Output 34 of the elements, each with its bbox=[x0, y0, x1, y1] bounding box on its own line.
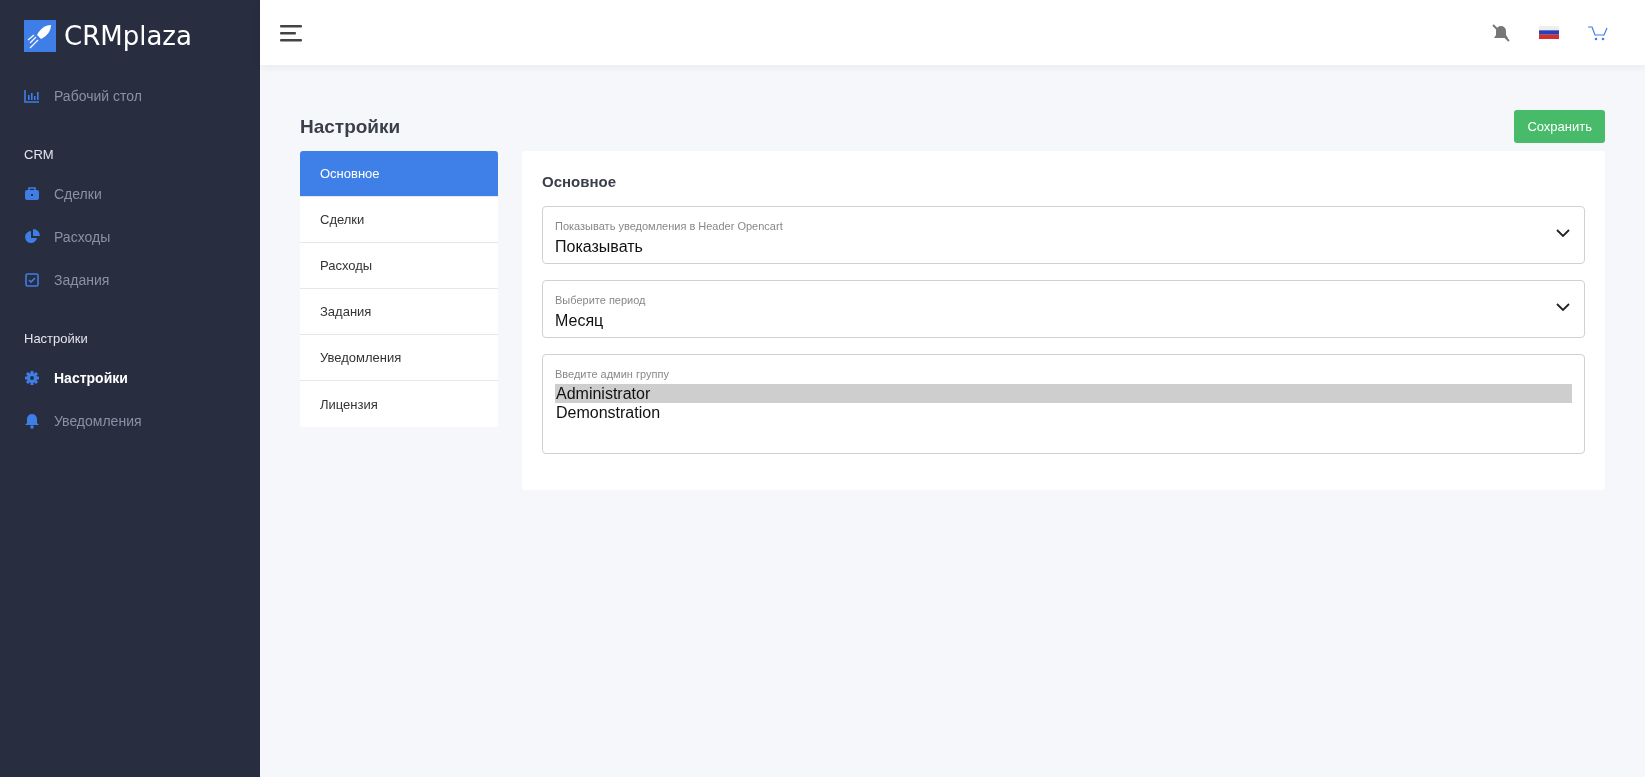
page-title: Настройки bbox=[300, 115, 401, 138]
sidebar-item[interactable]: Уведомления bbox=[24, 399, 142, 442]
cart-icon bbox=[1587, 24, 1609, 41]
field-value: Показывать bbox=[555, 238, 644, 256]
sidebar-item[interactable]: Сделки bbox=[24, 172, 102, 215]
settings-icon bbox=[24, 369, 40, 386]
settings-tab[interactable]: Основное bbox=[300, 151, 498, 197]
listbox-field[interactable]: Введите админ группу Administrator Demonstration bbox=[542, 354, 1585, 454]
chevron-down-icon bbox=[1556, 229, 1570, 238]
rocket-logo-icon bbox=[24, 20, 56, 52]
field-label: Показывать уведомления в Header Opencart bbox=[555, 220, 783, 232]
chart-icon bbox=[24, 87, 40, 104]
pie-chart-icon bbox=[24, 228, 40, 245]
checkbox-icon bbox=[24, 271, 40, 288]
listbox-option[interactable]: Demonstration bbox=[555, 403, 1572, 422]
sidebar-section-title: Настройки bbox=[24, 331, 88, 346]
listbox-option[interactable]: Administrator bbox=[555, 384, 1572, 403]
flag-icon bbox=[1539, 26, 1559, 39]
briefcase-icon bbox=[24, 185, 40, 202]
section-title: Основное bbox=[542, 173, 618, 190]
chevron-down-icon bbox=[1556, 303, 1570, 312]
field-label: Введите админ группу bbox=[555, 368, 669, 380]
field-label: Выберите период bbox=[555, 294, 646, 306]
sidebar-item[interactable]: Настройки bbox=[24, 356, 128, 399]
brand-name: CRMplaza bbox=[64, 21, 192, 51]
bell-icon bbox=[24, 412, 40, 429]
sidebar-item[interactable]: Задания bbox=[24, 258, 110, 301]
sidebar-section-title: CRM bbox=[24, 147, 54, 162]
sidebar-item[interactable]: Расходы bbox=[24, 215, 111, 258]
field-value: Месяц bbox=[555, 312, 605, 330]
select-field[interactable]: Показывать уведомления в Header Opencart Показывать bbox=[542, 206, 1585, 264]
select-field[interactable]: Выберите период Месяц bbox=[542, 280, 1585, 338]
sidebar-item[interactable]: Рабочий стол bbox=[24, 74, 142, 117]
muted-bell-icon bbox=[1491, 23, 1511, 42]
